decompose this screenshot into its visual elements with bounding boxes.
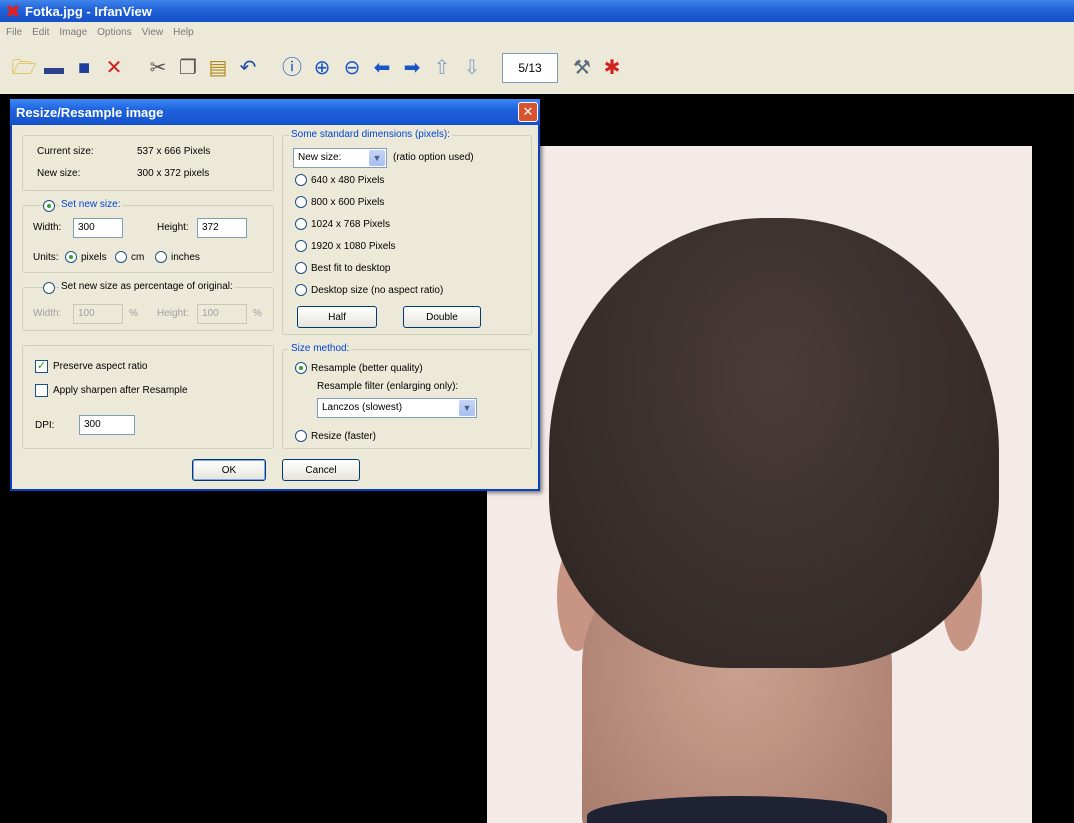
size-info-group: Current size: 537 x 666 Pixels New size:… bbox=[22, 135, 274, 191]
info-icon[interactable]: ⓘ bbox=[278, 54, 306, 82]
photo-back-of-head bbox=[487, 146, 1032, 823]
pct-width-unit: % bbox=[129, 308, 138, 319]
window-titlebar: Fotka.jpg - IrfanView bbox=[0, 0, 1074, 22]
resample-filter-select[interactable]: Lanczos (slowest) ▼ bbox=[317, 398, 477, 418]
options-group: ✓ Preserve aspect ratio Apply sharpen af… bbox=[22, 345, 274, 449]
pct-height-input[interactable]: 100 bbox=[197, 304, 247, 324]
cut-icon[interactable]: ✂ bbox=[144, 54, 172, 82]
menu-options[interactable]: Options bbox=[97, 27, 131, 38]
desktop-size-label: Desktop size (no aspect ratio) bbox=[311, 285, 444, 296]
units-pixels-label: pixels bbox=[81, 252, 107, 263]
units-cm-radio[interactable] bbox=[115, 251, 127, 263]
std-1920-label: 1920 x 1080 Pixels bbox=[311, 241, 396, 252]
undo-icon[interactable]: ↶ bbox=[234, 54, 262, 82]
window-title: Fotka.jpg - IrfanView bbox=[25, 3, 152, 19]
current-size-value: 537 x 666 Pixels bbox=[137, 146, 211, 157]
paste-icon[interactable]: ▤ bbox=[204, 54, 232, 82]
last-page-icon[interactable]: ⇩ bbox=[458, 54, 486, 82]
height-label: Height: bbox=[157, 222, 189, 233]
units-inches-radio[interactable] bbox=[155, 251, 167, 263]
size-method-group: Size method: Resample (better quality) R… bbox=[282, 343, 532, 449]
menu-edit[interactable]: Edit bbox=[32, 27, 49, 38]
delete-icon[interactable]: ✕ bbox=[100, 54, 128, 82]
units-cm-label: cm bbox=[131, 252, 145, 263]
height-input[interactable]: 372 bbox=[197, 218, 247, 238]
zoom-out-icon[interactable]: ⊖ bbox=[338, 54, 366, 82]
chevron-down-icon: ▼ bbox=[459, 400, 475, 416]
resize-label: Resize (faster) bbox=[311, 431, 377, 442]
std-800-label: 800 x 600 Pixels bbox=[311, 197, 385, 208]
resample-filter-label: Resample filter (enlarging only): bbox=[317, 381, 459, 392]
irfanview-app-icon bbox=[6, 4, 20, 18]
resize-radio[interactable] bbox=[295, 430, 307, 442]
preserve-aspect-label: Preserve aspect ratio bbox=[53, 361, 148, 372]
current-size-label: Current size: bbox=[37, 146, 94, 157]
next-arrow-icon[interactable]: ➡ bbox=[398, 54, 426, 82]
size-method-title: Size method: bbox=[289, 343, 352, 354]
std-640-label: 640 x 480 Pixels bbox=[311, 175, 385, 186]
best-fit-radio[interactable] bbox=[295, 262, 307, 274]
dialog-title: Resize/Resample image bbox=[16, 104, 164, 120]
double-button[interactable]: Double bbox=[403, 306, 481, 328]
pct-height-unit: % bbox=[253, 308, 262, 319]
cancel-button[interactable]: Cancel bbox=[282, 459, 360, 481]
ok-button[interactable]: OK bbox=[192, 459, 266, 481]
chevron-down-icon: ▼ bbox=[369, 150, 385, 166]
percentage-label: Set new size as percentage of original: bbox=[59, 281, 235, 292]
new-size-label: New size: bbox=[37, 168, 81, 179]
menu-image[interactable]: Image bbox=[59, 27, 87, 38]
copy-icon[interactable]: ❐ bbox=[174, 54, 202, 82]
standard-size-select[interactable]: New size: ▼ bbox=[293, 148, 387, 168]
ratio-note: (ratio option used) bbox=[393, 152, 474, 163]
set-new-size-group: Set new size: Width: 300 Height: 372 Uni… bbox=[22, 199, 274, 273]
irfanview-logo-icon[interactable]: ✱ bbox=[598, 54, 626, 82]
toolbar: 🗁 ▬ ■ ✕ ✂ ❐ ▤ ↶ ⓘ ⊕ ⊖ ⬅ ➡ ⇧ ⇩ 5/13 ⚒ ✱ bbox=[0, 42, 1074, 94]
apply-sharpen-label: Apply sharpen after Resample bbox=[53, 385, 188, 396]
pct-width-input[interactable]: 100 bbox=[73, 304, 123, 324]
resample-radio[interactable] bbox=[295, 362, 307, 374]
first-page-icon[interactable]: ⇧ bbox=[428, 54, 456, 82]
resize-dialog: Resize/Resample image ✕ Current size: 53… bbox=[10, 99, 540, 491]
units-label: Units: bbox=[33, 252, 59, 263]
best-fit-label: Best fit to desktop bbox=[311, 263, 391, 274]
units-inches-label: inches bbox=[171, 252, 200, 263]
std-800-radio[interactable] bbox=[295, 196, 307, 208]
std-640-radio[interactable] bbox=[295, 174, 307, 186]
resample-label: Resample (better quality) bbox=[311, 363, 423, 374]
new-size-value: 300 x 372 pixels bbox=[137, 168, 210, 179]
close-icon[interactable]: ✕ bbox=[518, 102, 538, 122]
menu-help[interactable]: Help bbox=[173, 27, 194, 38]
pct-height-label: Height: bbox=[157, 308, 189, 319]
set-new-size-label: Set new size: bbox=[59, 199, 123, 210]
width-input[interactable]: 300 bbox=[73, 218, 123, 238]
dialog-titlebar: Resize/Resample image ✕ bbox=[10, 99, 540, 125]
dpi-label: DPI: bbox=[35, 420, 55, 431]
menu-bar: File Edit Image Options View Help bbox=[0, 22, 1074, 42]
std-1920-radio[interactable] bbox=[295, 240, 307, 252]
half-button[interactable]: Half bbox=[297, 306, 377, 328]
pct-width-label: Width: bbox=[33, 308, 62, 319]
zoom-in-icon[interactable]: ⊕ bbox=[308, 54, 336, 82]
standard-dimensions-title: Some standard dimensions (pixels): bbox=[289, 129, 452, 140]
preserve-aspect-checkbox[interactable]: ✓ bbox=[35, 360, 48, 373]
desktop-size-radio[interactable] bbox=[295, 284, 307, 296]
width-label: Width: bbox=[33, 222, 62, 233]
menu-file[interactable]: File bbox=[6, 27, 22, 38]
standard-dimensions-group: Some standard dimensions (pixels): New s… bbox=[282, 129, 532, 335]
units-pixels-radio[interactable] bbox=[65, 251, 77, 263]
settings-icon[interactable]: ⚒ bbox=[568, 54, 596, 82]
dpi-input[interactable]: 300 bbox=[79, 415, 135, 435]
menu-view[interactable]: View bbox=[142, 27, 164, 38]
save-icon[interactable]: ■ bbox=[70, 54, 98, 82]
apply-sharpen-checkbox[interactable] bbox=[35, 384, 48, 397]
open-folder-icon[interactable]: 🗁 bbox=[10, 54, 38, 82]
std-1024-label: 1024 x 768 Pixels bbox=[311, 219, 390, 230]
prev-arrow-icon[interactable]: ⬅ bbox=[368, 54, 396, 82]
percentage-group: Set new size as percentage of original: … bbox=[22, 281, 274, 331]
percentage-radio[interactable] bbox=[43, 282, 55, 294]
slideshow-icon[interactable]: ▬ bbox=[40, 54, 68, 82]
std-1024-radio[interactable] bbox=[295, 218, 307, 230]
set-new-size-radio[interactable] bbox=[43, 200, 55, 212]
page-indicator: 5/13 bbox=[502, 53, 558, 83]
